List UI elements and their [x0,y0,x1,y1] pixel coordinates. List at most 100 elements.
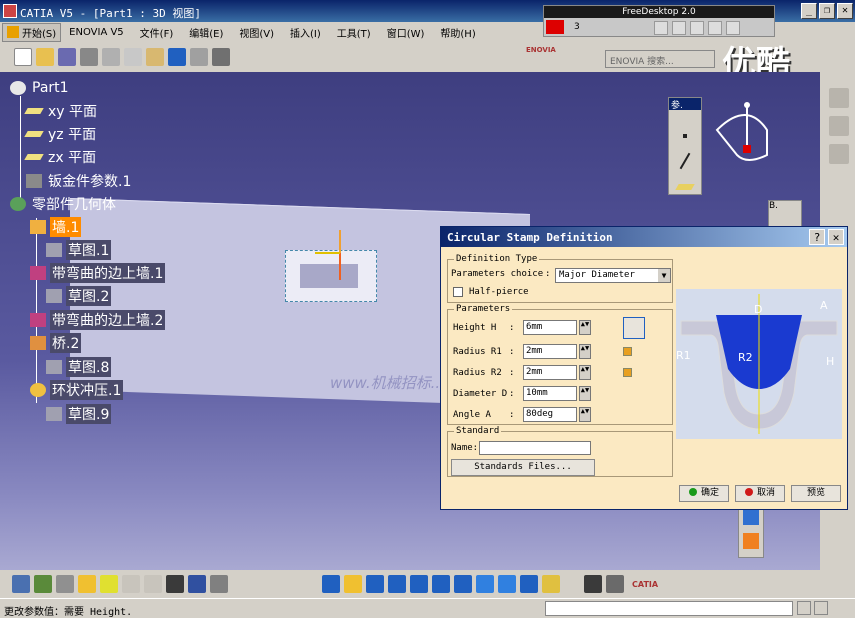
tree-item-sketch-2[interactable]: 草图.2 [46,286,112,306]
diameter-input[interactable]: 10mm [523,386,577,401]
freedesktop-color-swatch[interactable] [546,20,564,34]
normal-view-icon[interactable] [454,575,472,593]
dialog-help-button[interactable]: ? [809,229,825,245]
line-icon[interactable] [679,152,691,170]
rotate-icon[interactable] [388,575,406,593]
command-input[interactable] [545,601,793,616]
formula-icon[interactable] [122,575,140,593]
compass-icon[interactable] [707,95,777,175]
radius-r1-input[interactable]: 2mm [523,344,577,359]
render-style-icon[interactable] [498,575,516,593]
unfold-icon[interactable] [100,575,118,593]
tree-item-wall-1[interactable]: 墙.1 [30,217,82,237]
flange-tool-icon[interactable] [56,575,74,593]
command-ok-button[interactable] [814,601,828,615]
radius-r2-spinner[interactable]: ▲▼ [579,365,591,380]
standards-files-button[interactable]: Standards Files... [451,459,595,476]
cut-icon[interactable] [102,48,120,66]
radius-r2-option-icon[interactable] [623,368,632,377]
minimize-button[interactable]: _ [801,3,817,19]
tree-item-yz-plane[interactable]: yz 平面 [24,124,98,144]
menu-tools[interactable]: 工具(T) [329,25,379,40]
tree-root[interactable]: Part1 [10,78,71,98]
unfold-tool-icon[interactable] [828,144,849,164]
height-spinner[interactable]: ▲▼ [579,320,591,335]
parameters-choice-select[interactable]: Major Diameter ▼ [555,268,671,283]
measure-icon[interactable] [144,575,162,593]
menu-insert[interactable]: 插入(I) [282,25,329,40]
paste-icon[interactable] [146,48,164,66]
settings-icon[interactable] [584,575,602,593]
sketch-profile-icon[interactable] [623,317,645,339]
enovia-search-input[interactable]: ENOVIA 搜索... [605,50,715,68]
highlighter-icon[interactable] [672,21,686,35]
menu-window[interactable]: 窗口(W) [379,25,433,40]
radius-r1-spinner[interactable]: ▲▼ [579,344,591,359]
save-icon[interactable] [58,48,76,66]
tree-item-circular-stamp-1[interactable]: 环状冲压.1 [30,380,124,400]
fit-all-icon[interactable] [344,575,362,593]
menu-file[interactable]: 文件(F) [132,25,182,40]
tree-item-sketch-1[interactable]: 草图.1 [46,240,112,260]
command-clear-button[interactable] [797,601,811,615]
tree-item-sheetmetal-params[interactable]: 钣金件参数.1 [26,171,133,191]
height-input[interactable]: 6mm [523,320,577,335]
zoom-out-icon[interactable] [432,575,450,593]
eraser-icon[interactable] [690,21,704,35]
stamp-tool-icon[interactable] [743,533,759,549]
pan-icon[interactable] [366,575,384,593]
diameter-spinner[interactable]: ▲▼ [579,386,591,401]
tree-item-sketch-8[interactable]: 草图.8 [46,357,112,377]
menu-enovia[interactable]: ENOVIA V5 [61,27,132,38]
freedesktop-number[interactable]: 3 [574,22,580,32]
sketcher-icon[interactable] [12,575,30,593]
tree-icon[interactable] [188,575,206,593]
radius-r1-option-icon[interactable] [623,347,632,356]
pen-icon[interactable] [654,21,668,35]
lock-icon[interactable] [210,575,228,593]
plane-tool-icon[interactable] [675,184,695,190]
print-icon[interactable] [80,48,98,66]
preview-button[interactable]: 预览 [791,485,841,502]
whats-this-icon[interactable] [212,48,230,66]
fly-icon[interactable] [322,575,340,593]
tree-item-part-body[interactable]: 零部件几何体 [10,194,118,214]
camera-icon[interactable] [606,575,624,593]
cube-icon[interactable] [743,509,759,525]
swap-space-icon[interactable] [542,575,560,593]
sheetmetal-tool-icon[interactable] [828,88,849,108]
copy-icon[interactable] [124,48,142,66]
hide-show-icon[interactable] [520,575,538,593]
undo-icon[interactable] [168,48,186,66]
cancel-button[interactable]: 取消 [735,485,785,502]
clear-icon[interactable] [726,21,740,35]
radius-r2-input[interactable]: 2mm [523,365,577,380]
menu-view[interactable]: 视图(V) [231,25,282,40]
ok-button[interactable]: 确定 [679,485,729,502]
half-pierce-checkbox[interactable] [453,287,463,297]
zoom-in-icon[interactable] [410,575,428,593]
angle-input[interactable]: 80deg [523,407,577,422]
wall-tool-icon[interactable] [34,575,52,593]
fold-icon[interactable] [78,575,96,593]
redo-icon[interactable] [190,48,208,66]
close-button[interactable]: ✕ [837,3,853,19]
standard-name-input[interactable] [479,441,591,455]
angle-spinner[interactable]: ▲▼ [579,407,591,422]
new-icon[interactable] [14,48,32,66]
tree-item-bridge-2[interactable]: 桥.2 [30,333,82,353]
pattern-tool-icon[interactable] [828,116,849,136]
menu-edit[interactable]: 编辑(E) [181,25,231,40]
menu-help[interactable]: 帮助(H) [432,25,483,40]
tree-item-flange-1[interactable]: 带弯曲的边上墙.1 [30,263,166,283]
point-icon[interactable] [683,134,687,138]
table-icon[interactable] [166,575,184,593]
tree-item-sketch-9[interactable]: 草图.9 [46,404,112,424]
tree-item-xy-plane[interactable]: xy 平面 [24,101,99,121]
tree-item-flange-2[interactable]: 带弯曲的边上墙.2 [30,310,166,330]
dialog-close-button[interactable]: ✕ [828,229,844,245]
restore-button[interactable]: ❐ [819,3,835,19]
menu-start[interactable]: 开始(S) [2,22,62,42]
tree-item-zx-plane[interactable]: zx 平面 [24,147,98,167]
bulb-icon[interactable] [708,21,722,35]
